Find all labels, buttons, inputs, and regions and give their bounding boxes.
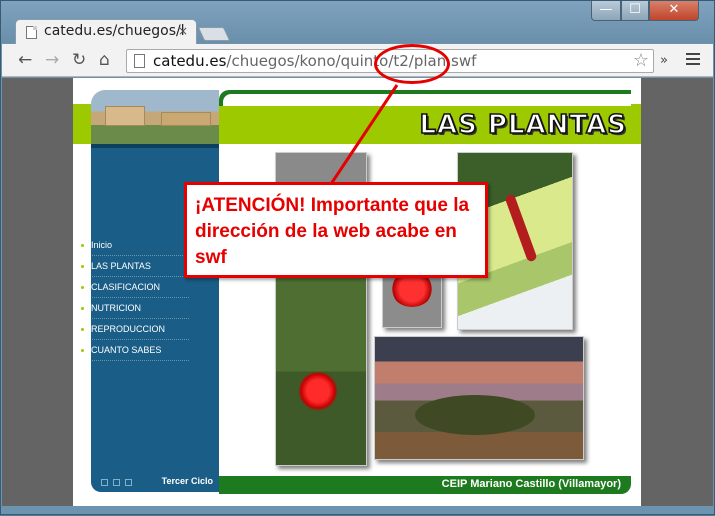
nav-item-cuanto-sabes[interactable]: CUANTO SABES: [81, 340, 189, 361]
browser-window: catedu.es/chuegos/k × — ☐ ✕ ← → ↻ ⌂ cate…: [0, 0, 715, 515]
browser-toolbar: ← → ↻ ⌂ catedu.es/chuegos/kono/quinto/t2…: [2, 44, 713, 77]
warning-text: ¡ATENCIÓN! Importante que la dirección d…: [195, 195, 470, 268]
page-icon: [134, 54, 145, 68]
page-title: LAS PLANTAS: [419, 109, 627, 141]
olive-tree-photo: [374, 336, 584, 460]
flash-stage: LAS PLANTAS Inicio LAS PLANTAS CLASIFICA…: [73, 78, 641, 506]
school-photo: [91, 90, 219, 144]
nav-item-reproduccion[interactable]: REPRODUCCION: [81, 319, 189, 340]
sidebar-nav: Inicio LAS PLANTAS CLASIFICACION NUTRICI…: [81, 235, 189, 361]
back-icon[interactable]: ←: [18, 51, 32, 69]
footer-cycle-label: Tercer Ciclo: [161, 476, 213, 486]
header-top-bar: [219, 90, 631, 106]
forward-icon[interactable]: →: [45, 51, 59, 69]
home-icon[interactable]: ⌂: [99, 51, 110, 69]
footer-square-icon: [101, 479, 108, 486]
bookmark-star-icon[interactable]: ☆: [633, 50, 649, 71]
nav-item-clasificacion[interactable]: CLASIFICACION: [81, 277, 189, 298]
menu-icon[interactable]: [686, 53, 700, 68]
maximize-button[interactable]: ☐: [621, 1, 649, 21]
nav-item-las-plantas[interactable]: LAS PLANTAS: [81, 256, 189, 277]
new-tab-button[interactable]: [197, 27, 231, 41]
minimize-button[interactable]: —: [591, 1, 621, 21]
footer-square-icon: [113, 479, 120, 486]
nav-item-nutricion[interactable]: NUTRICION: [81, 298, 189, 319]
tab-close-icon[interactable]: ×: [178, 24, 188, 38]
reload-icon[interactable]: ↻: [72, 51, 86, 69]
warning-callout: ¡ATENCIÓN! Importante que la dirección d…: [184, 182, 488, 278]
nav-item-inicio[interactable]: Inicio: [81, 235, 189, 256]
tab-title: catedu.es/chuegos/k: [44, 23, 184, 39]
footer-left: Tercer Ciclo: [91, 474, 219, 492]
page-icon: [26, 26, 37, 39]
url-highlight-circle: [374, 44, 450, 84]
footer-right: CEIP Mariano Castillo (Villamayor): [219, 476, 631, 494]
browser-tab[interactable]: catedu.es/chuegos/k ×: [15, 19, 197, 45]
page-viewport: LAS PLANTAS Inicio LAS PLANTAS CLASIFICA…: [2, 78, 713, 506]
overflow-chevron-icon[interactable]: »: [660, 53, 668, 68]
footer-square-icon: [125, 479, 132, 486]
title-bar: catedu.es/chuegos/k × — ☐ ✕: [1, 1, 714, 45]
close-window-button[interactable]: ✕: [649, 1, 699, 21]
url-host: catedu.es: [153, 52, 227, 70]
footer-school-name: CEIP Mariano Castillo (Villamayor): [441, 478, 621, 490]
